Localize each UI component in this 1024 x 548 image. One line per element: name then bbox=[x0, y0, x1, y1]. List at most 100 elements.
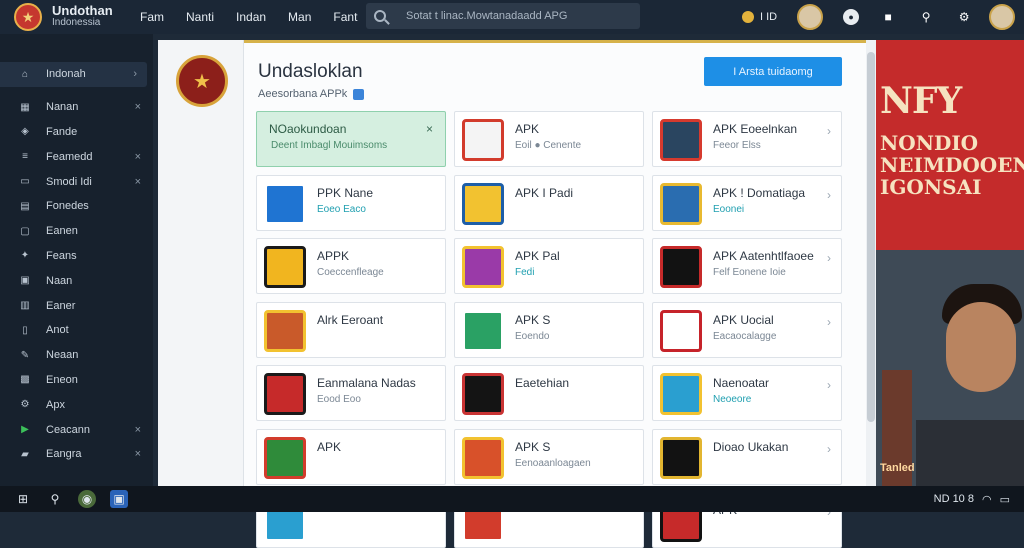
app-icon[interactable] bbox=[264, 309, 306, 352]
app-icon[interactable] bbox=[660, 246, 702, 288]
windows-start-icon[interactable]: ⊞ bbox=[14, 490, 32, 508]
sidebar-item[interactable]: ⚙ Apx bbox=[0, 392, 153, 417]
notification-icon[interactable]: ▭ bbox=[1000, 493, 1010, 506]
app-icon[interactable] bbox=[462, 373, 504, 415]
nav-item[interactable]: Indan bbox=[236, 10, 266, 24]
sidebar-item[interactable]: ▦ Nanan × bbox=[0, 95, 153, 120]
sidebar-item[interactable]: ◈ Fande bbox=[0, 120, 153, 145]
advertisement-banner[interactable]: NFY NONDIO NEIMDOOEN IGONSAI Tanled bbox=[876, 40, 1024, 486]
nav-item[interactable]: Nanti bbox=[186, 10, 214, 24]
app-card[interactable]: APK Eoeelnkan Feeor Elss › bbox=[652, 111, 842, 167]
app-icon[interactable] bbox=[462, 182, 504, 225]
sidebar-item[interactable]: ▶ Ceacann × bbox=[0, 417, 153, 442]
nav-item[interactable]: Man bbox=[288, 10, 311, 24]
chevron-right-icon: › bbox=[827, 124, 831, 138]
wifi-icon[interactable]: ◠ bbox=[982, 493, 992, 506]
app-icon[interactable] bbox=[264, 182, 306, 225]
app-subtitle: Eoendo bbox=[515, 330, 550, 342]
sidebar-item[interactable]: ▤ Fonedes bbox=[0, 194, 153, 219]
page-subtitle: Aeesorbana APPk bbox=[258, 88, 365, 100]
sidebar-item[interactable]: ✦ Feans bbox=[0, 244, 153, 269]
app-subtitle: Eacaocalagge bbox=[713, 330, 777, 342]
app-card[interactable]: APPK Coeccenfleage bbox=[256, 238, 446, 294]
app-card[interactable]: Eanmalana Nadas Eood Eoo bbox=[256, 365, 446, 421]
location-pin-icon[interactable]: ⚲ bbox=[917, 8, 935, 26]
app-icon[interactable] bbox=[660, 436, 702, 479]
app-subtitle: Eoil ● Cenente bbox=[515, 140, 582, 151]
app-icon[interactable] bbox=[660, 119, 702, 161]
app-title: Eaetehian bbox=[515, 376, 570, 390]
close-icon[interactable]: × bbox=[135, 176, 141, 188]
browser-icon[interactable]: ▣ bbox=[110, 490, 128, 508]
app-icon[interactable] bbox=[462, 119, 504, 161]
close-icon[interactable]: × bbox=[135, 101, 141, 113]
chevron-right-icon: › bbox=[827, 441, 831, 456]
app-icon[interactable] bbox=[660, 373, 702, 415]
app-card[interactable]: APK S Eoendo bbox=[454, 301, 644, 358]
sidebar-item[interactable]: ▰ Eangra × bbox=[0, 442, 153, 467]
avatar[interactable] bbox=[797, 4, 824, 30]
user-avatar[interactable] bbox=[989, 4, 1016, 30]
scrollbar-thumb[interactable] bbox=[867, 52, 875, 422]
sidebar-item[interactable]: ▢ Eanen bbox=[0, 219, 153, 244]
coin-label: I ID bbox=[760, 11, 778, 23]
app-title: APK Eoeelnkan bbox=[713, 122, 798, 136]
app-card[interactable]: APK I Padi bbox=[454, 174, 644, 231]
app-card[interactable]: APK bbox=[256, 428, 446, 485]
app-card[interactable]: APK Aatenhtlfaoee Felf Eonene Ioie › bbox=[652, 238, 842, 294]
app-subtitle: Neoeore bbox=[713, 394, 752, 405]
ad-person-shirt bbox=[916, 420, 1024, 486]
app-card[interactable]: PPK Nane Eoeo Eaco bbox=[256, 174, 446, 231]
sidebar-item[interactable]: ▩ Eneon bbox=[0, 368, 153, 393]
close-icon[interactable]: × bbox=[135, 424, 141, 436]
search-input[interactable]: Sotat t linac.Mowtanadaadd APG bbox=[366, 3, 640, 29]
app-card[interactable]: Alrk Eeroant bbox=[256, 301, 446, 358]
app-icon[interactable] bbox=[462, 246, 504, 288]
app-card[interactable]: APK Uocial Eacaocalagge › bbox=[652, 301, 842, 358]
search-icon[interactable]: ⚲ bbox=[46, 490, 64, 508]
app-icon[interactable] bbox=[660, 309, 702, 352]
settings-gear-icon[interactable]: ⚙ bbox=[955, 8, 973, 26]
chevron-right-icon: › bbox=[827, 251, 831, 265]
selected-app-card[interactable]: NOaokundoan Deent Imbagl Mouimsoms × bbox=[256, 111, 446, 167]
square-icon[interactable]: ■ bbox=[879, 8, 897, 26]
app-card[interactable]: Eaetehian bbox=[454, 365, 644, 421]
sidebar-item[interactable]: ▥ Eaner bbox=[0, 293, 153, 318]
app-card[interactable]: APK Pal Fedi bbox=[454, 238, 644, 294]
app-icon[interactable] bbox=[660, 182, 702, 225]
app-card[interactable]: APK Eoil ● Cenente bbox=[454, 111, 644, 167]
brand[interactable]: ★ Undothan Indonessia bbox=[0, 3, 140, 31]
app-icon[interactable]: ◉ bbox=[78, 490, 96, 508]
nav-item[interactable]: Fam bbox=[140, 10, 164, 24]
app-subtitle: Deent Imbagl Mouimsoms bbox=[271, 140, 388, 151]
sidebar-item[interactable]: ≡ Feamedd × bbox=[0, 144, 153, 169]
close-icon[interactable]: × bbox=[135, 448, 141, 460]
app-icon[interactable] bbox=[264, 246, 306, 288]
nav-item[interactable]: Fant bbox=[333, 10, 357, 24]
app-card[interactable]: APK S Eenoaanloagaen bbox=[454, 428, 644, 485]
close-icon[interactable]: × bbox=[426, 122, 433, 136]
app-title: Alrk Eeroant bbox=[317, 312, 384, 327]
sidebar-item[interactable]: ▯ Anot bbox=[0, 318, 153, 343]
app-title: APK bbox=[515, 122, 540, 136]
close-icon[interactable]: × bbox=[135, 151, 141, 163]
app-title: NOaokundoan bbox=[269, 122, 347, 136]
app-card[interactable]: APK ! Domatiaga Eoonei › bbox=[652, 174, 842, 231]
app-card[interactable]: Naenoatar Neoeore › bbox=[652, 365, 842, 421]
sidebar-item[interactable]: ▭ Smodi Idi × bbox=[0, 169, 153, 194]
app-icon[interactable] bbox=[462, 309, 504, 352]
app-subtitle: Feeor Elss bbox=[713, 140, 761, 151]
app-title: Dioao Ukakan bbox=[713, 439, 789, 454]
app-icon[interactable] bbox=[462, 436, 504, 479]
app-icon[interactable] bbox=[264, 373, 306, 415]
app-title: APK Aatenhtlfaoee bbox=[713, 249, 814, 263]
app-icon[interactable] bbox=[264, 436, 306, 479]
app-card[interactable]: Dioao Ukakan › bbox=[652, 428, 842, 485]
sidebar-item[interactable]: ⌂ Indonah › bbox=[0, 62, 147, 87]
sidebar-item[interactable]: ✎ Neaan bbox=[0, 343, 153, 368]
record-icon[interactable]: ● bbox=[843, 9, 860, 25]
sidebar: ⌂ Indonah › ▦ Nanan × ◈ Fande ≡ Feamedd × ▭ Smod… bbox=[0, 34, 153, 486]
info-icon[interactable] bbox=[353, 88, 365, 100]
primary-action-button[interactable]: I Arsta tuidaomg bbox=[704, 57, 842, 86]
sidebar-item[interactable]: ▣ Naan bbox=[0, 268, 153, 293]
